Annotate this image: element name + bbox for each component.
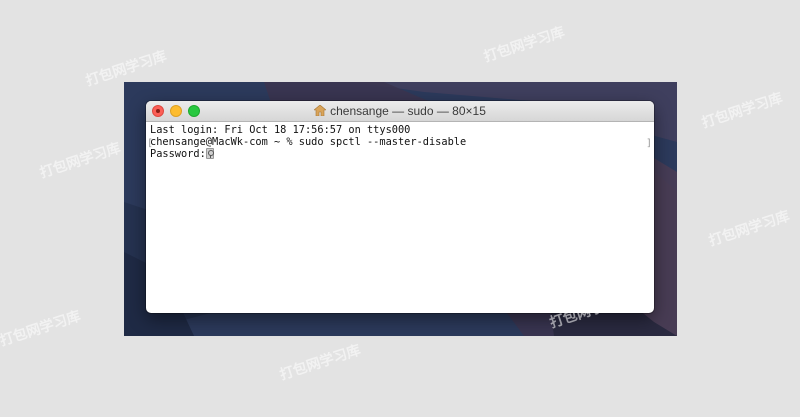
terminal-window[interactable]: chensange — sudo — 80×15 Last login: Fri… [146,101,654,313]
terminal-line-command: chensange@MacWk-com ~ % sudo spctl --mas… [150,136,467,148]
terminal-line-login: Last login: Fri Oct 18 17:56:57 on ttys0… [150,124,411,136]
watermark: 打包网学习库 [277,342,363,384]
key-icon [205,148,214,159]
home-folder-icon [314,105,327,116]
window-title-text: chensange — sudo — 80×15 [330,104,486,118]
password-prompt: Password: [150,148,206,160]
watermark: 打包网学习库 [0,308,83,350]
title-bar[interactable]: chensange — sudo — 80×15 [146,101,654,122]
terminal-output[interactable]: Last login: Fri Oct 18 17:56:57 on ttys0… [146,122,654,162]
watermark: 打包网学习库 [481,24,567,66]
watermark: 打包网学习库 [699,90,785,132]
watermark: 打包网学习库 [706,208,792,250]
left-mark-bracket: [ [147,138,154,149]
watermark: 打包网学习库 [37,140,123,182]
terminal-line-password[interactable]: Password: [150,148,650,160]
window-title: chensange — sudo — 80×15 [146,104,654,118]
right-mark-bracket: ] [645,138,652,149]
